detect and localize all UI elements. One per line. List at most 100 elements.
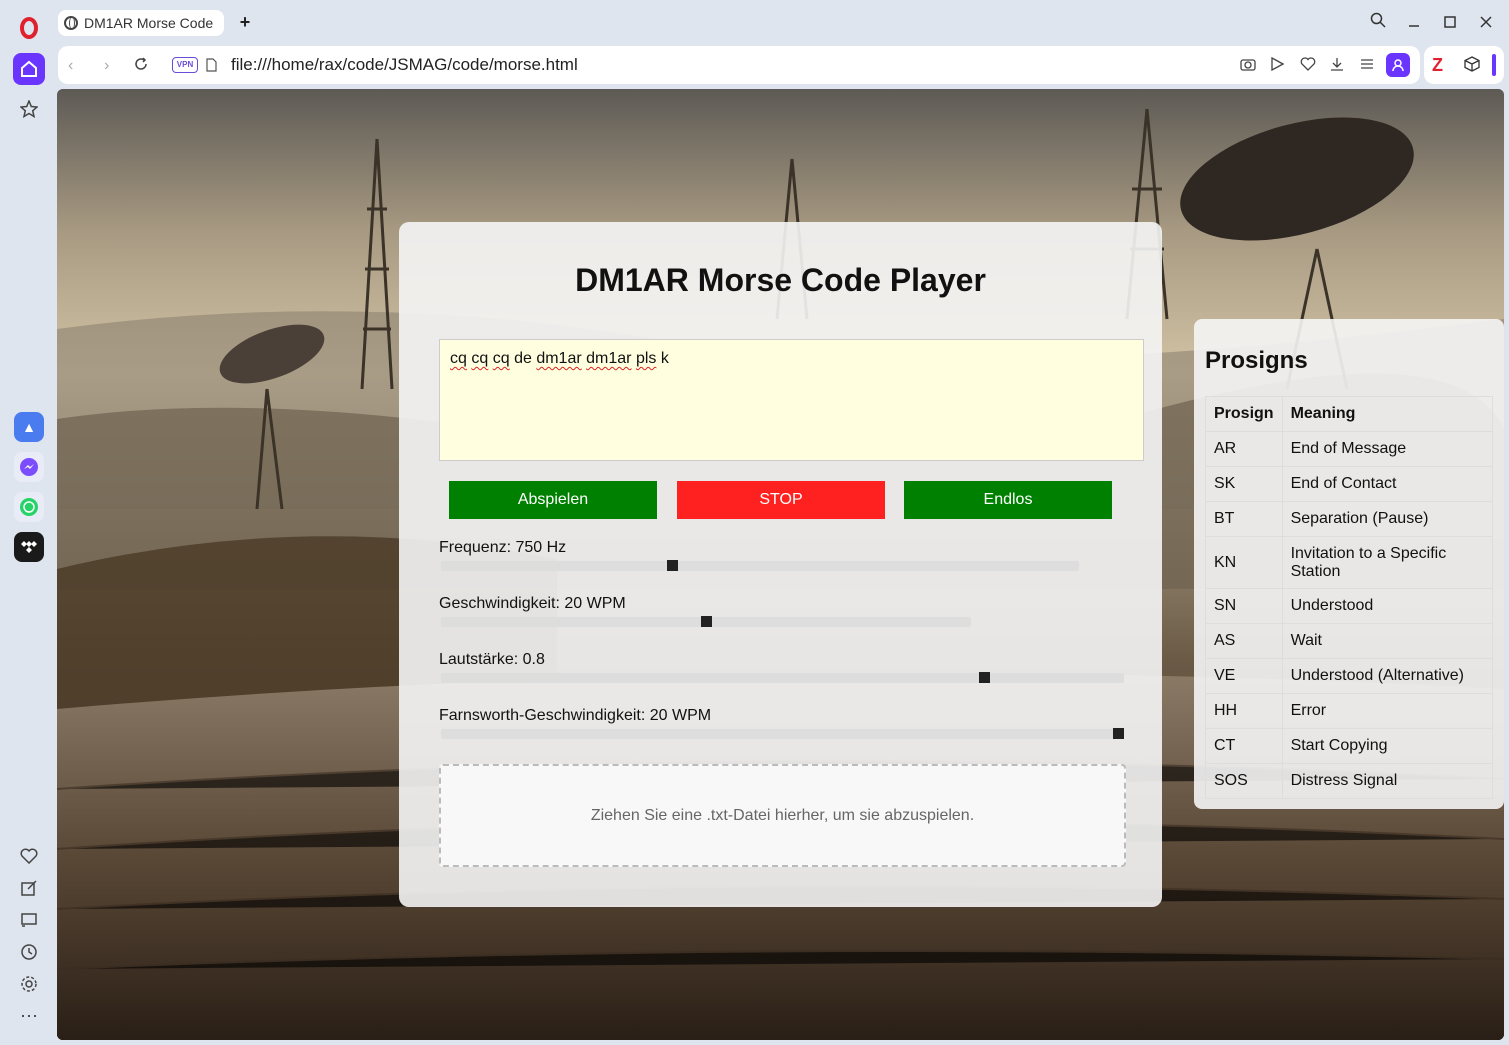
back-icon[interactable]: ‹ (68, 57, 73, 75)
page-title: DM1AR Morse Code Player (575, 262, 986, 298)
edit-icon[interactable] (13, 872, 45, 904)
meaning-cell: Understood (1281, 588, 1494, 624)
table-row: HH Error (1205, 693, 1494, 729)
speed-slider-thumb[interactable] (701, 616, 712, 627)
meaning-cell: Distress Signal (1281, 763, 1494, 799)
file-dropzone[interactable]: Ziehen Sie eine .txt-Datei hierher, um s… (439, 764, 1126, 867)
farnsworth-slider[interactable] (441, 728, 1124, 739)
message-word: pls (635, 350, 657, 367)
meaning-cell: Wait (1281, 623, 1494, 659)
vpn-badge[interactable]: VPN (172, 57, 198, 73)
meaning-cell: End of Contact (1281, 466, 1494, 502)
prosign-cell: KN (1205, 536, 1283, 589)
stop-button[interactable]: STOP (677, 481, 885, 519)
profile-icon[interactable] (1386, 53, 1410, 77)
download-icon[interactable] (1330, 57, 1344, 76)
close-window-icon[interactable] (1474, 10, 1498, 34)
aria-app-icon[interactable]: ▲ (14, 412, 44, 442)
speed-slider[interactable] (441, 616, 971, 627)
prosigns-table: Prosign Meaning AR End of Message SK End of… (1205, 396, 1494, 799)
meaning-cell: Understood (Alternative) (1281, 658, 1494, 694)
play-button[interactable]: Abspielen (449, 481, 657, 519)
maximize-icon[interactable] (1438, 10, 1462, 34)
table-row: SOS Distress Signal (1205, 763, 1494, 799)
home-icon[interactable] (13, 53, 45, 85)
minimize-icon[interactable] (1402, 10, 1426, 34)
prosign-cell: SOS (1205, 763, 1283, 799)
opera-logo-icon[interactable] (13, 12, 45, 44)
prosigns-title: Prosigns (1205, 347, 1308, 374)
message-textarea[interactable]: cq cq cq de dm1ar dm1ar pls k (439, 339, 1144, 461)
message-word: de (509, 350, 537, 367)
message-word: k (656, 350, 669, 367)
table-row: BT Separation (Pause) (1205, 501, 1494, 537)
volume-slider[interactable] (441, 672, 1124, 683)
frequency-slider[interactable] (441, 560, 1079, 571)
reload-icon[interactable] (134, 57, 148, 76)
message-word: cq (450, 350, 467, 367)
farnsworth-slider-thumb[interactable] (1113, 728, 1124, 739)
frequency-slider-thumb[interactable] (667, 560, 678, 571)
heart-icon[interactable] (13, 840, 45, 872)
speed-label: Geschwindigkeit: 20 WPM (439, 595, 626, 612)
new-tab-button[interactable]: + (234, 12, 256, 34)
tab-title: DM1AR Morse Code (84, 15, 214, 31)
send-icon[interactable] (1270, 56, 1285, 76)
forward-icon[interactable]: › (104, 57, 109, 75)
prosign-cell: SN (1205, 588, 1283, 624)
messenger-icon[interactable] (14, 452, 44, 482)
address-bar: ‹ › VPN file:///home/rax/code/JSMAG/code… (58, 46, 1420, 84)
page-viewport: DM1AR Morse Code Player cq cq cq de dm1a… (57, 89, 1504, 1040)
zotero-extension-icon[interactable]: Z (1432, 55, 1443, 76)
loop-button[interactable]: Endlos (904, 481, 1112, 519)
prosign-cell: AS (1205, 623, 1283, 659)
message-word: cq (471, 350, 489, 367)
whatsapp-icon[interactable] (14, 492, 44, 522)
extensions-area: Z (1424, 46, 1504, 84)
table-row: CT Start Copying (1205, 728, 1494, 764)
prosign-cell: HH (1205, 693, 1283, 729)
message-word: cq (492, 350, 510, 367)
star-icon[interactable] (13, 93, 45, 125)
prosign-cell: CT (1205, 728, 1283, 764)
sidebar-toggle[interactable] (1492, 54, 1496, 76)
table-header-row: Prosign Meaning (1205, 396, 1494, 432)
table-row: AR End of Message (1205, 431, 1494, 467)
morse-player-card: DM1AR Morse Code Player cq cq cq de dm1a… (399, 222, 1162, 907)
search-tabs-icon[interactable] (1366, 10, 1390, 34)
extensions-cube-icon[interactable] (1464, 56, 1480, 77)
tab-bar: DM1AR Morse Code + (56, 0, 1509, 44)
settings-gear-icon[interactable] (13, 968, 45, 1000)
history-icon[interactable] (13, 936, 45, 968)
easy-setup-icon[interactable] (1360, 57, 1374, 76)
volume-label: Lautstärke: 0.8 (439, 651, 545, 668)
table-row: VE Understood (Alternative) (1205, 658, 1494, 694)
meaning-cell: End of Message (1281, 431, 1494, 467)
meaning-cell: Error (1281, 693, 1494, 729)
table-row: SK End of Contact (1205, 466, 1494, 502)
more-options-icon[interactable]: ⋯ (13, 1000, 45, 1032)
meaning-cell: Separation (Pause) (1281, 501, 1494, 537)
browser-sidebar: ▲ ⋯ (0, 0, 56, 1045)
camera-icon[interactable] (1240, 57, 1256, 76)
prosigns-panel: Prosigns Prosign Meaning AR End of Messag… (1194, 319, 1504, 809)
meaning-cell: Start Copying (1281, 728, 1494, 764)
table-row: SN Understood (1205, 588, 1494, 624)
volume-slider-thumb[interactable] (979, 672, 990, 683)
bookmark-heart-icon[interactable] (1300, 57, 1316, 76)
farnsworth-label: Farnsworth-Geschwindigkeit: 20 WPM (439, 707, 712, 724)
file-icon (206, 58, 217, 77)
dropzone-text: Ziehen Sie eine .txt-Datei hierher, um s… (590, 806, 975, 824)
tidal-icon[interactable] (14, 532, 44, 562)
tab-morse[interactable]: DM1AR Morse Code (58, 10, 224, 36)
cast-icon[interactable] (13, 904, 45, 936)
prosign-cell: SK (1205, 466, 1283, 502)
prosign-cell: VE (1205, 658, 1283, 694)
column-header-prosign: Prosign (1205, 396, 1283, 432)
frequency-label: Frequenz: 750 Hz (439, 539, 567, 556)
table-row: KN Invitation to a Specific Station (1205, 536, 1494, 589)
url-field[interactable]: file:///home/rax/code/JSMAG/code/morse.h… (231, 55, 578, 75)
prosign-cell: BT (1205, 501, 1283, 537)
prosign-cell: AR (1205, 431, 1283, 467)
table-row: AS Wait (1205, 623, 1494, 659)
